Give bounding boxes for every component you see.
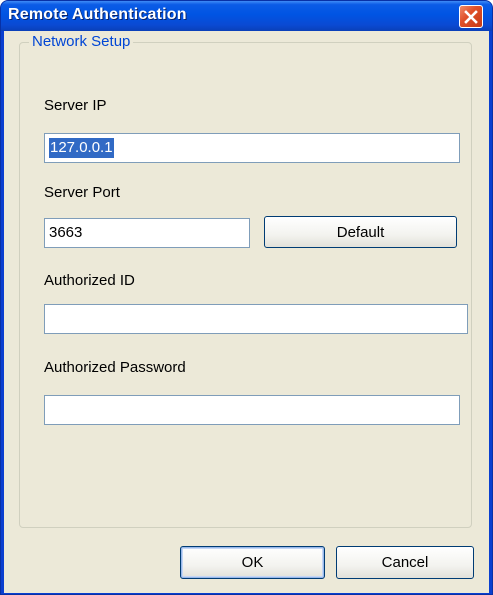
network-setup-legend: Network Setup	[29, 33, 134, 50]
authorized-password-label: Authorized Password	[44, 359, 186, 376]
close-icon	[464, 9, 478, 24]
authorized-id-label: Authorized ID	[44, 272, 135, 289]
title-bar[interactable]: Remote Authentication	[1, 1, 492, 31]
authorized-id-input[interactable]	[44, 304, 468, 334]
default-button[interactable]: Default	[264, 216, 457, 248]
server-port-value: 3663	[49, 224, 83, 241]
server-port-input[interactable]: 3663	[44, 218, 250, 248]
server-ip-label: Server IP	[44, 97, 107, 114]
server-ip-input[interactable]: 127.0.0.1	[44, 133, 460, 163]
server-ip-value: 127.0.0.1	[49, 138, 114, 158]
server-port-label: Server Port	[44, 184, 120, 201]
window-title: Remote Authentication	[8, 6, 187, 23]
ok-button[interactable]: OK	[180, 546, 325, 579]
cancel-button[interactable]: Cancel	[336, 546, 474, 579]
authorized-password-input[interactable]	[44, 395, 460, 425]
close-button[interactable]	[459, 5, 483, 28]
